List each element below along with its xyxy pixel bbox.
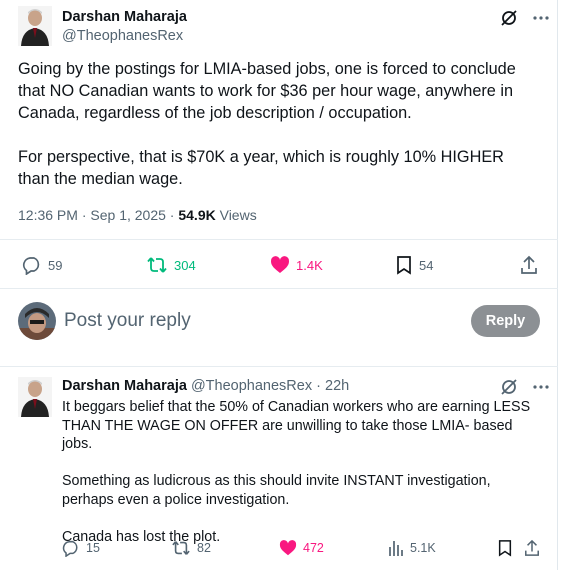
- reply-repost-action[interactable]: 82: [171, 539, 211, 557]
- views-count: 54.9K: [178, 207, 216, 223]
- post-body: Going by the postings for LMIA-based job…: [18, 58, 538, 212]
- reply-paragraph: It beggars belief that the 50% of Canadi…: [62, 399, 531, 452]
- like-action[interactable]: 1.4K: [270, 255, 323, 275]
- reply-bookmark-action[interactable]: [497, 539, 513, 557]
- reply-age[interactable]: 22h: [325, 378, 349, 394]
- divider: [0, 239, 558, 240]
- reply-button[interactable]: Reply: [471, 305, 540, 337]
- reply-author-handle[interactable]: @TheophanesRex: [191, 378, 312, 394]
- share-icon: [524, 539, 540, 557]
- divider: [0, 366, 558, 367]
- bookmark-icon: [395, 255, 413, 275]
- share-icon: [520, 255, 538, 275]
- reply-count: 59: [48, 257, 63, 273]
- reply-author-avatar[interactable]: [18, 377, 52, 417]
- repost-icon: [171, 539, 191, 557]
- repost-action[interactable]: 304: [146, 255, 196, 275]
- author-name[interactable]: Darshan Maharaja: [62, 9, 187, 25]
- conversation-panel: Darshan Maharaja @TheophanesRex Going by…: [0, 0, 558, 570]
- divider: [0, 288, 558, 289]
- reply-share-action[interactable]: [524, 539, 540, 557]
- reply-reply-count: 15: [86, 541, 100, 555]
- post-paragraph: Going by the postings for LMIA-based job…: [18, 60, 516, 122]
- bookmark-icon: [497, 539, 513, 557]
- repost-count: 304: [174, 257, 196, 273]
- meta-separator: ·: [169, 207, 175, 223]
- reply-views-action[interactable]: 5.1K: [388, 539, 436, 557]
- post-date[interactable]: Sep 1, 2025: [90, 207, 166, 223]
- author-handle[interactable]: @TheophanesRex: [62, 28, 183, 44]
- post-paragraph: For perspective, that is $70K a year, wh…: [18, 148, 504, 188]
- bookmark-action[interactable]: 54: [395, 255, 433, 275]
- reply-icon: [62, 539, 80, 557]
- heart-icon: [279, 539, 297, 557]
- grok-icon[interactable]: [499, 8, 519, 33]
- reply-author-name[interactable]: Darshan Maharaja: [62, 378, 187, 394]
- reply-reply-action[interactable]: 15: [62, 539, 100, 557]
- post-meta: 12:36 PM · Sep 1, 2025 · 54.9K Views: [18, 207, 257, 223]
- reply-dot: ·: [316, 378, 321, 394]
- post-top-actions: [499, 8, 549, 33]
- like-count: 1.4K: [296, 257, 323, 273]
- reply-action[interactable]: 59: [22, 255, 62, 275]
- post-time[interactable]: 12:36 PM: [18, 207, 78, 223]
- views-label: Views: [219, 207, 257, 223]
- author-avatar[interactable]: [18, 6, 52, 46]
- reply-header: Darshan Maharaja @TheophanesRex · 22h: [62, 378, 349, 394]
- reply-repost-count: 82: [197, 541, 211, 555]
- analytics-icon: [388, 539, 404, 557]
- meta-separator: ·: [81, 207, 87, 223]
- share-action[interactable]: [520, 255, 538, 275]
- more-options-icon[interactable]: [533, 8, 549, 33]
- reply-like-count: 472: [303, 541, 324, 555]
- repost-icon: [146, 255, 168, 275]
- reply-paragraph: Something as ludicrous as this should in…: [62, 473, 491, 508]
- reply-input[interactable]: Post your reply: [64, 310, 191, 332]
- heart-icon: [270, 255, 290, 275]
- reply-icon: [22, 255, 42, 275]
- bookmark-count: 54: [419, 257, 434, 273]
- reply-views-count: 5.1K: [410, 541, 436, 555]
- reply-like-action[interactable]: 472: [279, 539, 324, 557]
- current-user-avatar[interactable]: [18, 302, 56, 340]
